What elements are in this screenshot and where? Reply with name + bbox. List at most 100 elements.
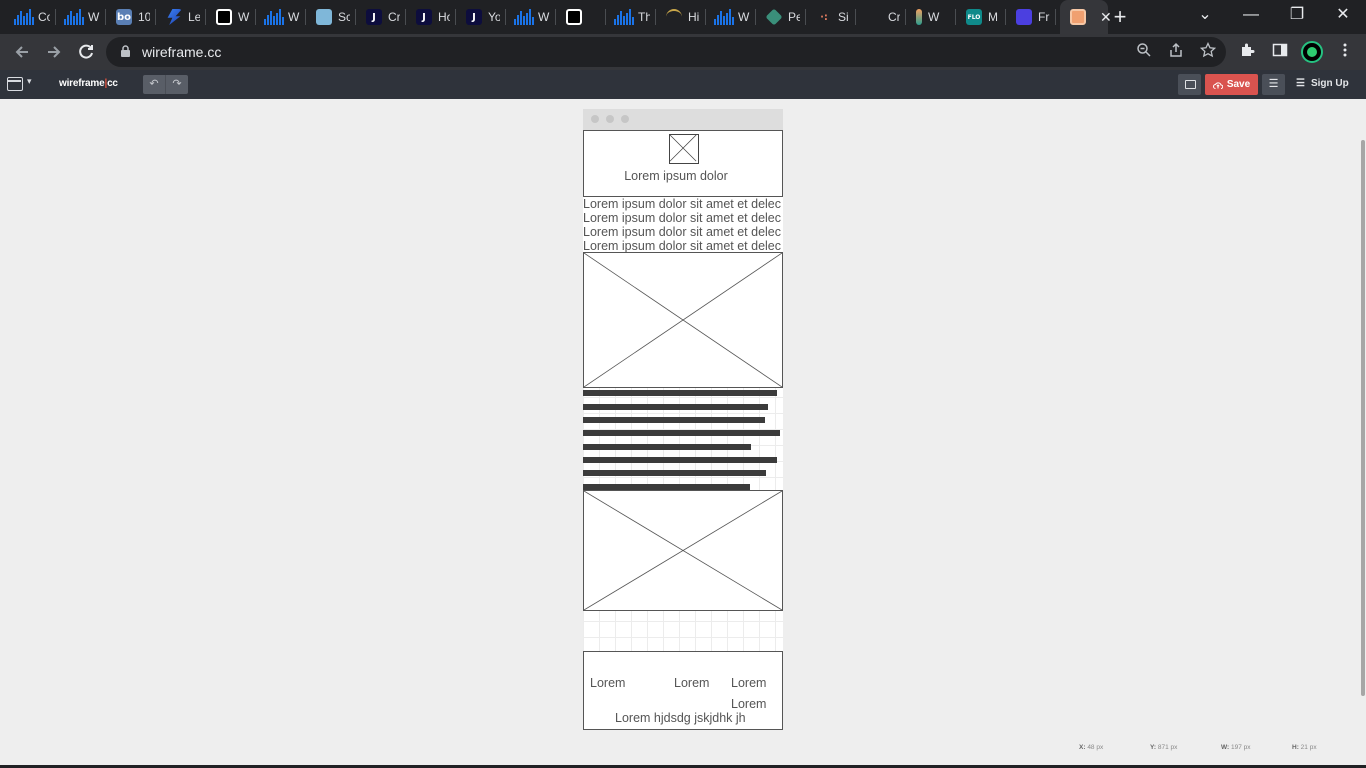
forward-button[interactable] <box>41 39 67 65</box>
extensions-puzzle-icon[interactable] <box>1238 42 1258 62</box>
j-icon: J <box>416 9 432 25</box>
browser-tab[interactable] <box>556 0 606 34</box>
scrollbar-thumb[interactable] <box>1361 140 1365 696</box>
browser-tab[interactable]: Th <box>606 0 656 34</box>
browser-tab[interactable]: J Yo <box>456 0 506 34</box>
bookmark-star-icon[interactable] <box>1198 41 1218 62</box>
paragraph-line: Lorem ipsum dolor sit amet et delec <box>583 239 782 253</box>
status-y: Y: 871 px <box>1150 744 1178 751</box>
footer-link[interactable]: Lorem <box>731 697 766 711</box>
text-bars-block[interactable] <box>583 390 783 491</box>
browser-tab[interactable]: Sc <box>306 0 356 34</box>
j-icon: J <box>466 9 482 25</box>
browser-tab[interactable]: W <box>906 0 956 34</box>
back-button[interactable] <box>9 39 35 65</box>
browser-tab[interactable]: bo 10 <box>106 0 156 34</box>
browser-tab[interactable]: Fr <box>1006 0 1056 34</box>
image-placeholder[interactable] <box>583 490 783 611</box>
browser-tab[interactable]: Cr <box>856 0 906 34</box>
text-bar <box>583 417 765 423</box>
browser-menu-icon[interactable] <box>1335 42 1355 62</box>
browser-tab[interactable]: Pe <box>756 0 806 34</box>
browser-tab[interactable]: J Cr <box>356 0 406 34</box>
image-icon <box>316 9 332 25</box>
lightning-icon <box>167 9 182 25</box>
side-panel-icon[interactable] <box>1270 42 1290 62</box>
footer-link[interactable]: Lorem <box>731 676 766 690</box>
browser-tab[interactable]: Le <box>156 0 206 34</box>
paragraph-line: Lorem ipsum dolor sit amet et delec <box>583 211 782 225</box>
browser-tab[interactable]: W <box>56 0 106 34</box>
url-text[interactable]: wireframe.cc <box>142 44 221 60</box>
tab-title: Hi <box>688 10 700 24</box>
forward-arrow-icon <box>48 46 61 58</box>
page-type-icon[interactable] <box>7 77 23 91</box>
share-icon[interactable] <box>1166 42 1186 62</box>
browser-tab[interactable]: Co <box>6 0 56 34</box>
codepen-icon <box>216 9 232 25</box>
tab-title: Pe <box>788 10 800 24</box>
browser-tab[interactable]: Hi <box>656 0 706 34</box>
canvas-scrollbar[interactable] <box>1360 99 1366 768</box>
maximize-button[interactable]: ❐ <box>1274 0 1320 34</box>
paragraph-line: Lorem ipsum dolor sit amet et delec <box>583 197 782 211</box>
flo-icon: FLO <box>966 9 982 25</box>
paragraph-block[interactable]: Lorem ipsum dolor sit amet et delec Lore… <box>583 197 783 253</box>
tab-title: 10 <box>138 10 150 24</box>
footer-link[interactable]: Lorem <box>674 676 709 690</box>
close-window-button[interactable]: ✕ <box>1320 0 1366 34</box>
comment-button[interactable] <box>1178 74 1201 95</box>
tab-list: Co Wbo 10 Le W W Sc J Cr J Ho J Yo W Th Hi W Pe ·: Si Cr W FLO… <box>0 0 1112 34</box>
image-placeholder[interactable] <box>583 252 783 388</box>
window-dot <box>606 115 614 123</box>
browser-tab[interactable]: FLO M <box>956 0 1006 34</box>
zoom-icon[interactable] <box>1134 42 1154 62</box>
redo-button[interactable]: ↷ <box>165 75 188 94</box>
tab-search-icon[interactable]: ⌄ <box>1182 0 1228 34</box>
browser-tab[interactable]: ·: Si <box>806 0 856 34</box>
arc-icon <box>666 9 682 25</box>
wireframe-logo[interactable]: wireframe|cc <box>59 78 118 89</box>
blank-icon <box>866 9 882 25</box>
text-bar <box>583 390 777 396</box>
minimize-button[interactable]: — <box>1228 0 1274 34</box>
settings-sliders-icon[interactable]: ☰ <box>1262 74 1285 95</box>
text-bar <box>583 430 780 436</box>
footer-text[interactable]: Lorem hjdsdg jskjdhk jh <box>615 711 746 725</box>
footer-link[interactable]: Lorem <box>590 676 625 690</box>
header-block[interactable]: Lorem ipsum dolor <box>583 130 783 197</box>
sign-up-button[interactable]: ☰ Sign Up <box>1296 78 1349 89</box>
tab-title: Le <box>188 10 200 24</box>
tab-title: Th <box>638 10 650 24</box>
tab-title: Yo <box>488 10 500 24</box>
status-w: W: 197 px <box>1221 744 1251 751</box>
browser-tab[interactable]: J Ho <box>406 0 456 34</box>
feather-icon <box>916 9 922 25</box>
tab-title: Fr <box>1038 10 1050 24</box>
wireframe-favicon-icon <box>1070 9 1086 25</box>
tab-title: Cr <box>888 10 900 24</box>
bars-icon <box>64 9 84 25</box>
profile-avatar[interactable] <box>1301 41 1323 63</box>
new-tab-button[interactable]: + <box>1108 4 1132 30</box>
save-button[interactable]: Save <box>1205 74 1258 95</box>
header-caption[interactable]: Lorem ipsum dolor <box>584 169 768 183</box>
status-x: X: 48 px <box>1079 744 1104 751</box>
browser-toolbar: wireframe.cc <box>0 34 1366 70</box>
browser-tab[interactable]: W <box>206 0 256 34</box>
text-bar <box>583 444 751 450</box>
browser-tab[interactable]: W <box>256 0 306 34</box>
tab-title: Cr <box>388 10 400 24</box>
undo-button[interactable]: ↶ <box>143 75 165 94</box>
logo-placeholder-image[interactable] <box>669 134 699 164</box>
browser-tab[interactable]: W <box>506 0 556 34</box>
active-tab[interactable]: Fr✕ <box>1060 0 1112 34</box>
reload-button[interactable] <box>73 39 99 65</box>
mobile-wireframe-canvas[interactable]: Lorem ipsum dolor Lorem ipsum dolor sit … <box>583 109 783 730</box>
address-bar[interactable]: wireframe.cc <box>106 37 1226 67</box>
chevron-down-icon[interactable]: ▾ <box>27 76 32 87</box>
diamond-icon <box>765 8 783 26</box>
browser-tab[interactable]: W <box>706 0 756 34</box>
footer-block[interactable]: Lorem Lorem Lorem Lorem Lorem hjdsdg jsk… <box>583 651 783 730</box>
save-label: Save <box>1226 79 1251 90</box>
